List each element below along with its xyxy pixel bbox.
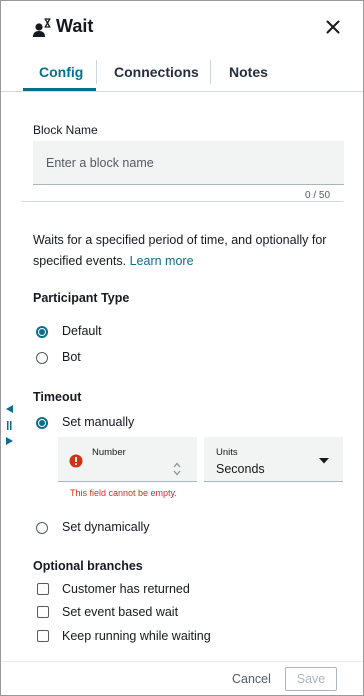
caret-down-icon[interactable] (318, 457, 330, 464)
timeout-set-manually-radio[interactable] (36, 417, 48, 429)
participant-default-radio[interactable] (36, 326, 48, 338)
participant-default-label[interactable]: Default (62, 324, 102, 338)
block-description: Waits for a specified period of time, an… (33, 230, 333, 272)
timeout-set-manually-label[interactable]: Set manually (62, 415, 134, 429)
tab-notes[interactable]: Notes (229, 64, 268, 80)
tab-divider (210, 60, 211, 84)
customer-returned-checkbox[interactable] (37, 583, 49, 595)
participant-type-heading: Participant Type (33, 291, 130, 305)
learn-more-link[interactable]: Learn more (130, 254, 194, 268)
cancel-button[interactable]: Cancel (232, 672, 271, 686)
tab-config[interactable]: Config (39, 64, 83, 80)
event-based-wait-label[interactable]: Set event based wait (62, 605, 178, 619)
number-stepper-icon[interactable] (172, 461, 182, 477)
keep-running-checkbox[interactable] (37, 630, 49, 642)
number-field-error: This field cannot be empty. (70, 488, 177, 498)
collapse-left-icon[interactable] (6, 405, 13, 413)
tabs-divider (1, 91, 363, 92)
error-icon (69, 454, 83, 468)
save-button[interactable]: Save (285, 667, 337, 691)
timeout-set-dynamically-radio[interactable] (36, 522, 48, 534)
block-name-input[interactable] (33, 141, 344, 185)
user-hourglass-icon (33, 18, 51, 37)
expand-right-icon[interactable] (6, 437, 13, 445)
event-based-wait-checkbox[interactable] (37, 606, 49, 618)
close-icon[interactable] (323, 17, 343, 37)
panel-title: Wait (56, 16, 94, 36)
tab-connections[interactable]: Connections (114, 64, 199, 80)
tab-divider (96, 60, 97, 84)
character-counter: 0 / 50 (305, 190, 331, 201)
timeout-set-dynamically-label[interactable]: Set dynamically (62, 520, 150, 534)
wait-block-panel: Wait Config Connections Notes Block Name… (0, 0, 364, 696)
keep-running-label[interactable]: Keep running while waiting (62, 629, 211, 643)
block-name-label: Block Name (33, 123, 98, 137)
panel-resize-handle[interactable] (4, 403, 14, 447)
number-field-value[interactable] (92, 463, 172, 477)
footer-divider (1, 661, 363, 662)
units-field-value[interactable]: Seconds (216, 462, 265, 476)
number-field-label: Number (92, 447, 126, 458)
optional-branches-heading: Optional branches (33, 559, 143, 573)
drag-handle-icon[interactable] (7, 421, 9, 430)
customer-returned-label[interactable]: Customer has returned (62, 582, 190, 596)
timeout-heading: Timeout (33, 390, 82, 404)
participant-bot-radio[interactable] (36, 352, 48, 364)
units-field-label: Units (216, 447, 238, 458)
participant-bot-label[interactable]: Bot (62, 350, 81, 364)
section-divider (21, 201, 343, 202)
